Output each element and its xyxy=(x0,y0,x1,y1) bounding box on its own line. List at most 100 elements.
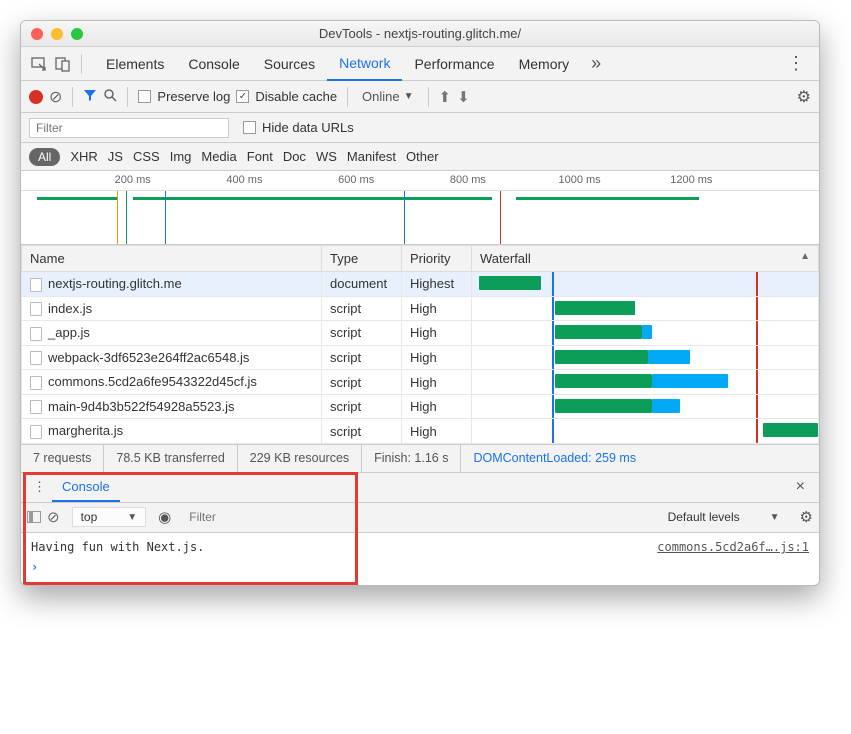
console-input[interactable] xyxy=(44,560,809,574)
type-filter-js[interactable]: JS xyxy=(108,149,123,164)
request-name: webpack-3df6523e264ff2ac6548.js xyxy=(48,350,249,365)
device-toggle-icon[interactable] xyxy=(51,52,75,76)
request-type: script xyxy=(322,345,402,370)
network-table: NameTypePriorityWaterfall▲ nextjs-routin… xyxy=(21,245,819,444)
ruler-tick: 800 ms xyxy=(450,174,486,186)
drawer-tabbar: ⋮ Console × xyxy=(21,473,819,503)
search-icon[interactable] xyxy=(103,88,117,105)
console-clear-icon[interactable]: ⊘ xyxy=(47,508,60,526)
type-filter-xhr[interactable]: XHR xyxy=(70,149,97,164)
file-icon xyxy=(30,376,42,390)
summary-bar: 7 requests 78.5 KB transferred 229 KB re… xyxy=(21,444,819,472)
column-waterfall[interactable]: Waterfall▲ xyxy=(472,246,819,272)
console-prompt[interactable]: › xyxy=(31,557,809,577)
chevron-down-icon: ▼ xyxy=(127,512,137,523)
console-sidebar-toggle-icon[interactable] xyxy=(27,511,41,523)
console-levels-value: Default levels xyxy=(668,510,740,524)
type-filter-img[interactable]: Img xyxy=(170,149,192,164)
waterfall-cell xyxy=(472,370,819,395)
tab-network[interactable]: Network xyxy=(327,47,402,81)
disable-cache-label: Disable cache xyxy=(255,89,337,104)
column-type[interactable]: Type xyxy=(322,246,402,272)
table-row[interactable]: webpack-3df6523e264ff2ac6548.js scriptHig… xyxy=(22,345,819,370)
type-filter-other[interactable]: Other xyxy=(406,149,439,164)
more-tabs-icon[interactable]: » xyxy=(585,53,607,74)
hide-data-urls-label: Hide data URLs xyxy=(262,120,354,135)
file-icon xyxy=(30,327,42,341)
waterfall-cell xyxy=(472,345,819,370)
disable-cache-checkbox[interactable] xyxy=(236,90,249,103)
type-filter-ws[interactable]: WS xyxy=(316,149,337,164)
tab-sources[interactable]: Sources xyxy=(252,48,327,80)
table-row[interactable]: commons.5cd2a6fe9543322d45cf.jsscriptHig… xyxy=(22,370,819,395)
request-priority: High xyxy=(402,370,472,395)
table-row[interactable]: _app.jsscriptHigh xyxy=(22,321,819,346)
ruler-tick: 1200 ms xyxy=(670,174,712,186)
timeline-ruler: 200 ms400 ms600 ms800 ms1000 ms1200 ms xyxy=(21,171,819,191)
settings-menu-icon[interactable]: ⋮ xyxy=(779,53,813,74)
network-filter-input[interactable] xyxy=(29,118,229,138)
console-toolbar: ⊘ top ▼ ◉ Default levels ▼ ⚙ xyxy=(21,503,819,533)
request-type: document xyxy=(322,272,402,297)
table-row[interactable]: index.jsscriptHigh xyxy=(22,296,819,321)
console-log-message: Having fun with Next.js. xyxy=(31,537,657,557)
request-type: script xyxy=(322,370,402,395)
request-name: index.js xyxy=(48,301,92,316)
waterfall-cell xyxy=(472,394,819,419)
download-har-icon[interactable]: ⬇ xyxy=(457,88,470,106)
table-row[interactable]: nextjs-routing.glitch.medocumentHighest xyxy=(22,272,819,297)
console-settings-icon[interactable]: ⚙ xyxy=(800,508,813,526)
console-log-source[interactable]: commons.5cd2a6f….js:1 xyxy=(657,537,809,557)
tab-memory[interactable]: Memory xyxy=(507,48,582,80)
upload-har-icon[interactable]: ⬆ xyxy=(439,88,452,106)
type-filter-css[interactable]: CSS xyxy=(133,149,160,164)
file-icon xyxy=(30,278,42,292)
summary-dcl: DOMContentLoaded: 259 ms xyxy=(461,445,648,472)
filter-toggle-icon[interactable] xyxy=(83,88,97,105)
drawer-menu-icon[interactable]: ⋮ xyxy=(27,479,52,495)
file-icon xyxy=(30,302,42,316)
table-row[interactable]: main-9d4b3b522f54928a5523.jsscriptHigh xyxy=(22,394,819,419)
console-output: Having fun with Next.js. commons.5cd2a6f… xyxy=(21,533,819,585)
timeline-overview[interactable] xyxy=(21,191,819,245)
tab-elements[interactable]: Elements xyxy=(94,48,176,80)
type-filter-media[interactable]: Media xyxy=(201,149,236,164)
live-expression-icon[interactable]: ◉ xyxy=(158,508,171,526)
table-row[interactable]: margherita.jsscriptHigh xyxy=(22,419,819,444)
hide-data-urls-checkbox[interactable] xyxy=(243,121,256,134)
file-icon xyxy=(30,400,42,414)
tab-performance[interactable]: Performance xyxy=(402,48,506,80)
tab-console[interactable]: Console xyxy=(176,48,251,80)
type-filter-manifest[interactable]: Manifest xyxy=(347,149,396,164)
console-filter-input[interactable] xyxy=(183,508,653,526)
chevron-down-icon: ▼ xyxy=(404,91,414,102)
waterfall-cell xyxy=(472,321,819,346)
request-priority: High xyxy=(402,345,472,370)
summary-transferred: 78.5 KB transferred xyxy=(104,445,237,472)
console-levels-select[interactable]: Default levels ▼ xyxy=(660,508,788,526)
throttle-select[interactable]: Online ▼ xyxy=(358,89,417,104)
console-context-value: top xyxy=(81,510,98,524)
type-filter-doc[interactable]: Doc xyxy=(283,149,306,164)
record-button[interactable] xyxy=(29,90,43,104)
request-priority: High xyxy=(402,394,472,419)
type-filter-all[interactable]: All xyxy=(29,148,60,166)
clear-icon[interactable]: ⊘ xyxy=(49,87,62,107)
ruler-tick: 600 ms xyxy=(338,174,374,186)
inspect-icon[interactable] xyxy=(27,52,51,76)
column-name[interactable]: Name xyxy=(22,246,322,272)
request-priority: Highest xyxy=(402,272,472,297)
drawer-tab-console[interactable]: Console xyxy=(52,473,120,502)
ruler-tick: 1000 ms xyxy=(558,174,600,186)
console-context-select[interactable]: top ▼ xyxy=(72,507,147,527)
type-filter-font[interactable]: Font xyxy=(247,149,273,164)
request-type: script xyxy=(322,296,402,321)
waterfall-cell xyxy=(472,419,819,444)
preserve-log-checkbox[interactable] xyxy=(138,90,151,103)
ruler-tick: 200 ms xyxy=(115,174,151,186)
request-name: margherita.js xyxy=(48,423,123,438)
window-title: DevTools - nextjs-routing.glitch.me/ xyxy=(21,26,819,41)
network-settings-icon[interactable]: ⚙ xyxy=(797,87,811,107)
column-priority[interactable]: Priority xyxy=(402,246,472,272)
drawer-close-icon[interactable]: × xyxy=(788,478,813,496)
